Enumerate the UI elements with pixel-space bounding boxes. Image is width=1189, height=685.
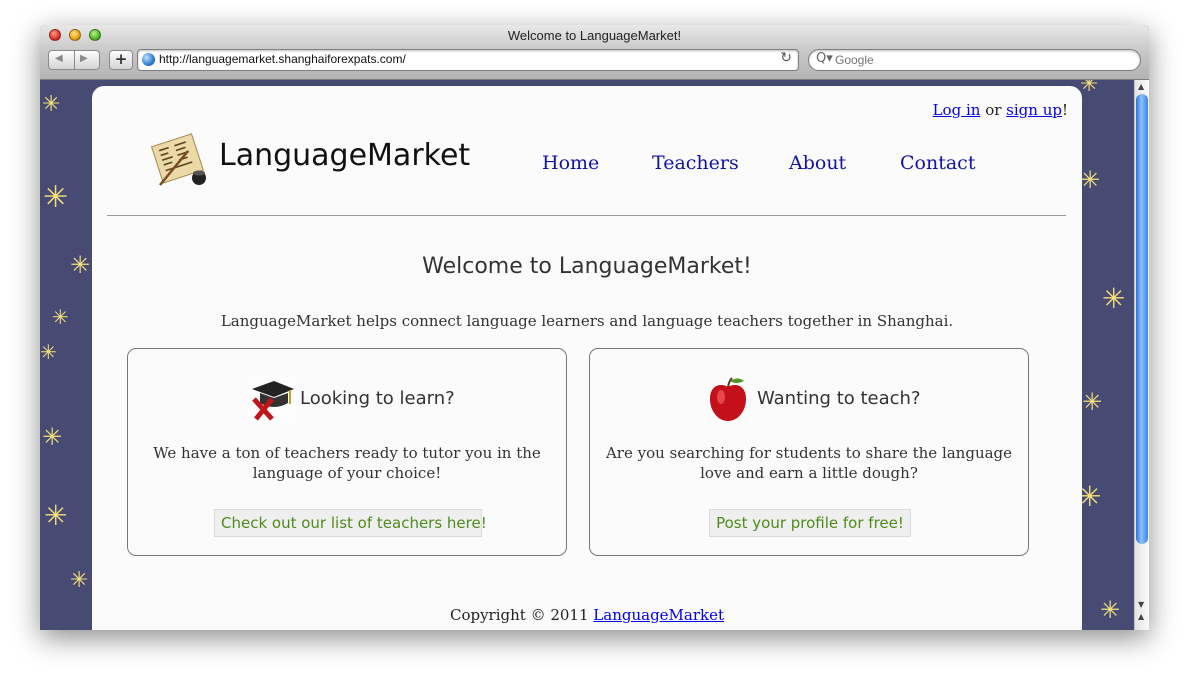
signup-link[interactable]: sign up — [1006, 101, 1062, 119]
star-decoration: ✳ — [42, 423, 63, 451]
post-profile-button[interactable]: Post your profile for free! — [709, 509, 911, 537]
learn-panel: Looking to learn? We have a ton of teach… — [127, 348, 567, 556]
search-icon[interactable]: Q▾ — [816, 51, 833, 66]
auth-links: Log in or sign up! — [933, 101, 1068, 119]
address-text[interactable]: http://languagemarket.shanghaiforexpats.… — [159, 52, 406, 66]
title-bar: Welcome to LanguageMarket! ◀ ▶ + http://… — [40, 25, 1149, 80]
star-decoration: ✳ — [70, 251, 91, 279]
star-decoration: ✳ — [1102, 282, 1126, 315]
site-logo-text[interactable]: LanguageMarket — [219, 138, 470, 173]
teachers-list-button[interactable]: Check out our list of teachers here! — [214, 509, 487, 537]
star-decoration: ✳ — [40, 340, 57, 364]
apple-icon — [710, 377, 746, 421]
star-decoration: ✳ — [52, 305, 69, 329]
tagline: LanguageMarket helps connect language le… — [220, 312, 954, 330]
history-buttons: ◀ ▶ — [48, 50, 100, 70]
nav-about[interactable]: About — [789, 152, 846, 174]
star-decoration: ✳ — [1080, 80, 1099, 97]
nav-home[interactable]: Home — [542, 152, 599, 174]
nav-teachers[interactable]: Teachers — [652, 152, 739, 174]
scroll-down-icon[interactable]: ▼ — [1138, 600, 1144, 609]
page-card: Log in or sign up! LanguageMarket Home T… — [92, 86, 1082, 630]
add-bookmark-button[interactable]: + — [109, 50, 133, 70]
footer-home-link[interactable]: LanguageMarket — [593, 606, 724, 624]
nav-contact[interactable]: Contact — [900, 152, 975, 174]
scroll-up-icon[interactable]: ▲ — [1138, 82, 1144, 91]
site-globe-icon — [142, 53, 155, 66]
star-decoration: ✳ — [1080, 166, 1101, 194]
teach-text: Are you searching for students to share … — [605, 444, 1013, 482]
header-divider — [107, 215, 1066, 216]
footer: Copyright © 2011 LanguageMarket — [92, 606, 1082, 624]
page-title: Welcome to LanguageMarket! — [422, 254, 752, 279]
teach-title: Wanting to teach? — [757, 388, 921, 409]
scrollbar-thumb[interactable] — [1136, 94, 1148, 544]
search-bar[interactable]: Q▾ — [808, 49, 1141, 71]
auth-or-text: or — [980, 101, 1007, 119]
teach-panel: Wanting to teach? Are you searching for … — [589, 348, 1029, 556]
star-decoration: ✳ — [42, 92, 61, 117]
login-link[interactable]: Log in — [933, 101, 981, 119]
browser-window: Welcome to LanguageMarket! ◀ ▶ + http://… — [40, 25, 1149, 630]
address-bar[interactable]: http://languagemarket.shanghaiforexpats.… — [137, 49, 799, 71]
reload-icon[interactable]: ↻ — [780, 50, 792, 66]
scroll-up-bottom-icon[interactable]: ▲ — [1138, 612, 1144, 621]
vertical-scrollbar[interactable]: ▲ ▲ ▼ — [1134, 80, 1149, 630]
page-viewport: ✳ ✳ ✳ ✳ ✳ ✳ ✳ ✳ ✳ ✳ ✳ ✳ ✳ ✳ Log in or si… — [40, 80, 1134, 630]
learn-text: We have a ton of teachers ready to tutor… — [153, 444, 541, 482]
copyright-text: Copyright © 2011 — [449, 606, 594, 624]
star-decoration: ✳ — [1100, 596, 1121, 624]
logo-icon[interactable] — [148, 131, 210, 189]
learn-title: Looking to learn? — [300, 388, 455, 409]
graduation-cap-icon — [248, 375, 296, 423]
star-decoration: ✳ — [1082, 388, 1103, 416]
star-decoration: ✳ — [43, 180, 69, 215]
history-divider — [74, 51, 75, 69]
back-button[interactable]: ◀ — [55, 53, 63, 64]
auth-exclamation: ! — [1061, 101, 1068, 119]
forward-button[interactable]: ▶ — [80, 53, 88, 64]
search-input[interactable] — [835, 52, 1125, 68]
star-decoration: ✳ — [70, 568, 89, 593]
window-title: Welcome to LanguageMarket! — [507, 28, 682, 43]
star-decoration: ✳ — [44, 499, 68, 532]
